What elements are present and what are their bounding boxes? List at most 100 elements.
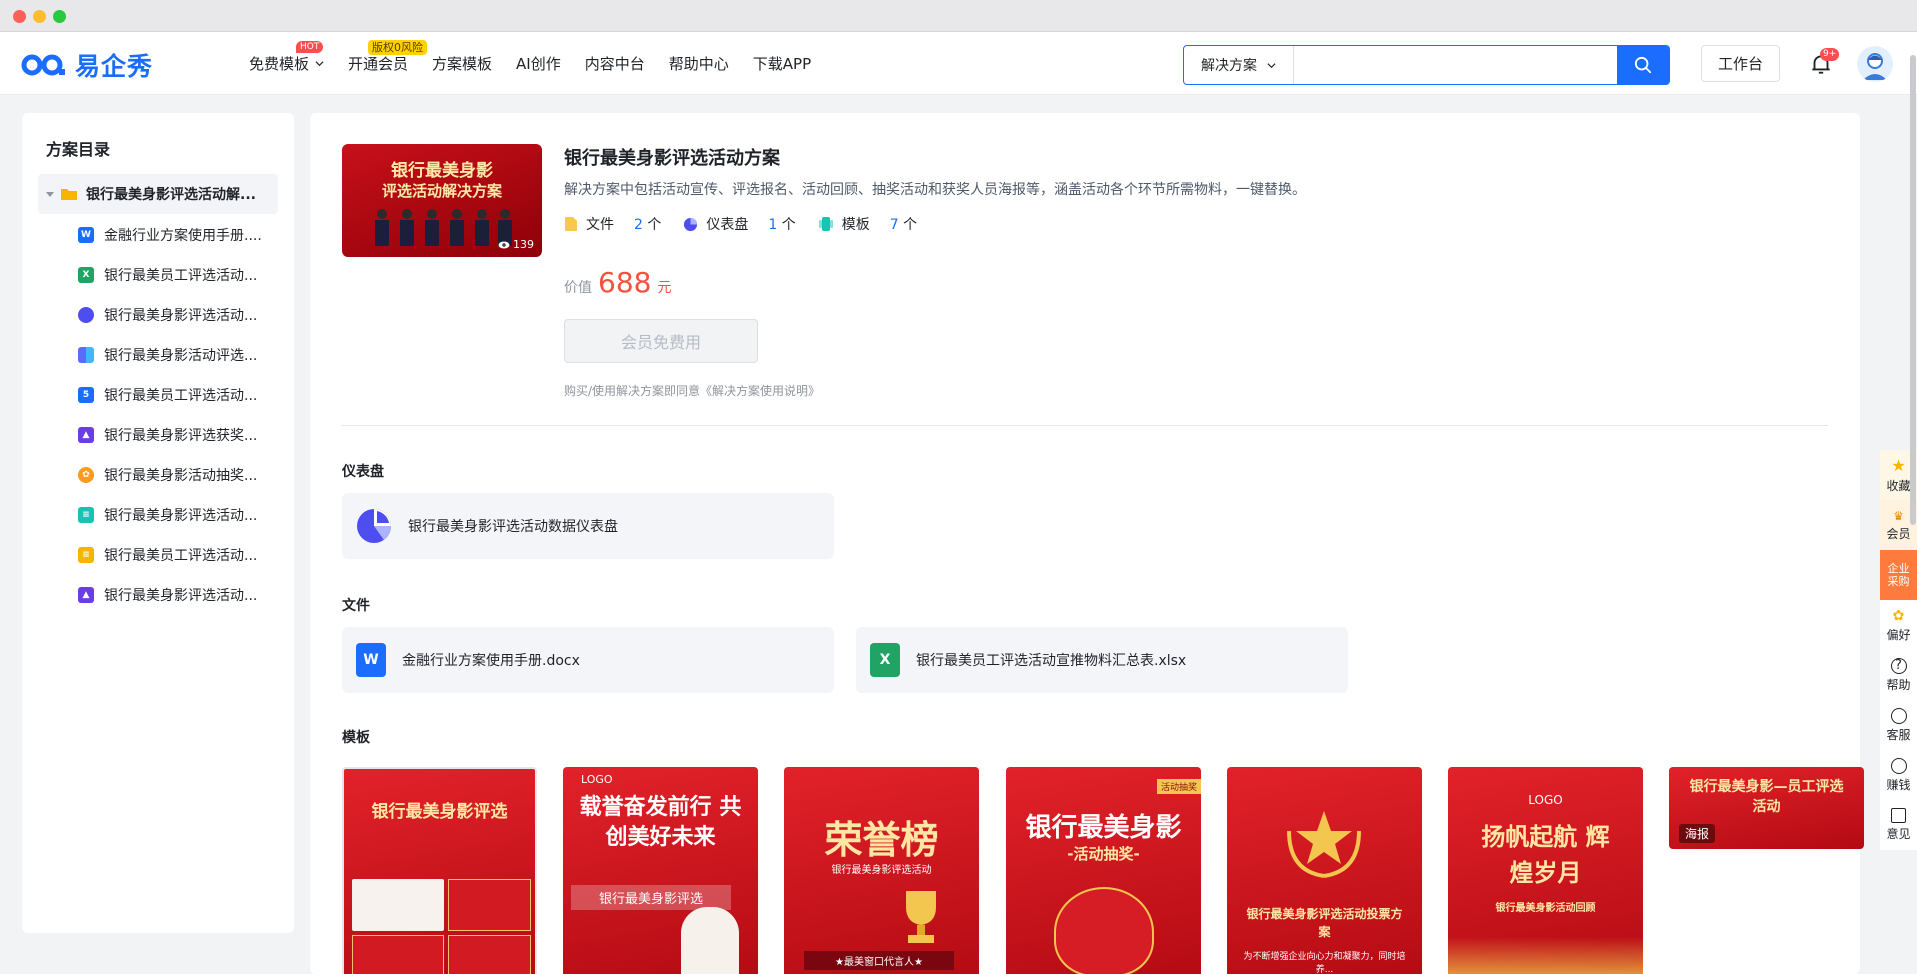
tree-item-label: 银行最美身影活动评选... xyxy=(104,348,258,364)
main-content: 银行最美身影 评选活动解决方案 139 银行最美身影评选活动方案 解决方案中包括… xyxy=(310,113,1864,974)
solution-stats: 文件 2 个 仪表盘 1 个 模板 7 个 xyxy=(564,214,917,234)
trophy-icon xyxy=(906,891,936,943)
nav-help-center[interactable]: 帮助中心 xyxy=(669,53,729,74)
rail-help[interactable]: ? 帮助 xyxy=(1880,650,1917,700)
template-card[interactable]: 荣誉榜 银行最美身影评选活动 ★最美窗口代言人★ xyxy=(784,767,979,974)
file-card[interactable]: W 金融行业方案使用手册.docx xyxy=(342,627,834,693)
tree-item[interactable]: ≡ 银行最美员工评选活动... xyxy=(78,535,278,575)
word-icon: W xyxy=(356,643,386,677)
site-logo[interactable]: 易企秀 xyxy=(21,50,153,81)
template-card[interactable]: 银行最美身影—员工评选活动 海报 xyxy=(1669,767,1864,849)
template-card[interactable]: 银行最美身影评选活动投票方案 为不断增强企业向心力和凝聚力，同时培养... xyxy=(1227,767,1422,974)
file-card-label: 银行最美员工评选活动宣推物料汇总表.xlsx xyxy=(916,653,1187,669)
file-card[interactable]: X 银行最美员工评选活动宣推物料汇总表.xlsx xyxy=(856,627,1348,693)
solution-description: 解决方案中包括活动宣传、评选报名、活动回顾、抽奖活动和获奖人员海报等，涵盖活动各… xyxy=(564,182,1306,198)
main-nav: HOT 免费模板 版权0风险 开通会员 方案模板 AI创作 内容中台 帮助中心 … xyxy=(249,32,811,95)
tree-item[interactable]: X 银行最美员工评选活动... xyxy=(78,255,278,295)
eye-icon xyxy=(498,241,510,248)
template-title: 扬帆起航 辉煌岁月 xyxy=(1481,823,1610,887)
page-scrollbar[interactable] xyxy=(1910,55,1916,525)
search-input[interactable] xyxy=(1294,46,1617,84)
nav-content-hub[interactable]: 内容中台 xyxy=(585,53,645,74)
template-logo: LOGO xyxy=(1528,793,1563,807)
search-button[interactable] xyxy=(1617,46,1669,84)
poster-tag: 海报 xyxy=(1679,824,1716,843)
dashboard-section-title: 仪表盘 xyxy=(342,464,384,480)
rail-enterprise-purchase[interactable]: 企业采购 xyxy=(1880,550,1917,600)
stat-count: 1 xyxy=(768,217,778,233)
person-illustration xyxy=(681,907,739,974)
nav-free-templates[interactable]: HOT 免费模板 xyxy=(249,41,324,74)
headset-icon xyxy=(1890,707,1907,724)
rail-label: 客服 xyxy=(1886,727,1911,742)
top-header: 易企秀 HOT 免费模板 版权0风险 开通会员 方案模板 AI创作 内容中台 帮… xyxy=(0,32,1917,95)
template-icon xyxy=(818,217,833,231)
stat-templates: 模板 7 个 xyxy=(818,214,917,234)
tree-item[interactable]: ≡ 银行最美身影评选活动... xyxy=(78,495,278,535)
template-thumb xyxy=(448,879,531,931)
agreement-text[interactable]: 购买/使用解决方案即同意《解决方案使用说明》 xyxy=(564,382,820,399)
crown-icon: ♛ xyxy=(1893,508,1904,523)
dashboard-icon xyxy=(78,307,94,323)
image-icon: ▲ xyxy=(78,587,94,603)
tree-item[interactable]: ✿ 银行最美身影活动抽奖... xyxy=(78,455,278,495)
form-icon: ≡ xyxy=(78,507,94,523)
nav-open-membership[interactable]: 版权0风险 开通会员 xyxy=(348,40,428,74)
nav-download-app[interactable]: 下载APP xyxy=(753,53,811,74)
nav-label: 内容中台 xyxy=(584,55,645,73)
lottery-icon: ✿ xyxy=(78,467,94,483)
rail-feedback[interactable]: 意见 xyxy=(1880,800,1917,850)
rail-label: 偏好 xyxy=(1886,627,1911,642)
sidebar-title: 方案目录 xyxy=(46,140,111,159)
template-title: 银行最美身影—员工评选活动 xyxy=(1689,779,1844,815)
flower-icon: ✿ xyxy=(1892,607,1905,624)
tree-item-label: 银行最美身影活动抽奖... xyxy=(104,468,258,484)
stat-label: 仪表盘 xyxy=(706,217,749,233)
template-thumb xyxy=(448,935,531,974)
tree-item[interactable]: W 金融行业方案使用手册.... xyxy=(78,215,278,255)
tree-item[interactable]: ▲ 银行最美身影评选获奖... xyxy=(78,415,278,455)
template-subtitle: -活动抽奖- xyxy=(1067,845,1140,863)
hot-badge: HOT xyxy=(296,41,324,53)
template-card[interactable]: 银行最美身影评选 xyxy=(342,767,537,974)
search-type-select[interactable]: 解决方案 xyxy=(1184,46,1294,84)
window-zoom-button[interactable] xyxy=(53,10,66,23)
file-section-title: 文件 xyxy=(342,598,370,614)
tree-item[interactable]: 银行最美身影活动评选... xyxy=(78,335,278,375)
tree-item-label: 银行最美身影评选获奖... xyxy=(104,428,258,444)
dashboard-card[interactable]: 银行最美身影评选活动数据仪表盘 xyxy=(342,493,834,559)
avatar[interactable] xyxy=(1857,46,1893,82)
template-title: 载誉奋发前行 共创美好未来 xyxy=(579,795,742,850)
template-logo: LOGO xyxy=(581,773,613,786)
dashboard-pie-icon xyxy=(357,509,392,543)
tree-item[interactable]: ▲ 银行最美身影评选活动... xyxy=(78,575,278,615)
file-card-label: 金融行业方案使用手册.docx xyxy=(402,653,580,669)
window-close-button[interactable] xyxy=(13,10,26,23)
solution-cover-image[interactable]: 银行最美身影 评选活动解决方案 139 xyxy=(342,144,542,257)
view-count-value: 139 xyxy=(513,238,534,251)
tree-root-item[interactable]: 银行最美身影评选活动解... xyxy=(38,174,278,214)
rail-earn[interactable]: 赚钱 xyxy=(1880,750,1917,800)
star-icon: ★ xyxy=(1891,456,1906,475)
tree-item-label: 银行最美身影评选活动... xyxy=(104,508,258,524)
excel-icon: X xyxy=(870,643,900,677)
window-minimize-button[interactable] xyxy=(33,10,46,23)
nav-solution-templates[interactable]: 方案模板 xyxy=(432,53,492,74)
chevron-down-icon xyxy=(1267,62,1276,68)
template-card[interactable]: LOGO 扬帆起航 辉煌岁月 银行最美身影活动回顾 xyxy=(1448,767,1643,974)
tree-list: W 金融行业方案使用手册.... X 银行最美员工评选活动... 银行最美身影评选活… xyxy=(78,215,278,615)
workbench-button[interactable]: 工作台 xyxy=(1701,45,1780,82)
caret-down-icon[interactable] xyxy=(46,191,54,197)
template-card[interactable]: 活动抽奖 银行最美身影 -活动抽奖- xyxy=(1006,767,1201,974)
tree-item[interactable]: 5 银行最美员工评选活动... xyxy=(78,375,278,415)
member-free-use-button[interactable]: 会员免费用 xyxy=(564,319,758,363)
notification-badge: 9+ xyxy=(1820,48,1840,61)
template-title: 银行最美身影评选活动投票方案 xyxy=(1246,907,1403,939)
rail-preference[interactable]: ✿ 偏好 xyxy=(1880,600,1917,650)
tree-item[interactable]: 银行最美身影评选活动... xyxy=(78,295,278,335)
template-card[interactable]: LOGO 载誉奋发前行 共创美好未来 银行最美身影评选 xyxy=(563,767,758,974)
stat-label: 模板 xyxy=(841,217,870,233)
rail-label: 帮助 xyxy=(1886,677,1911,692)
nav-ai-create[interactable]: AI创作 xyxy=(516,53,561,74)
rail-customer-service[interactable]: 客服 xyxy=(1880,700,1917,750)
